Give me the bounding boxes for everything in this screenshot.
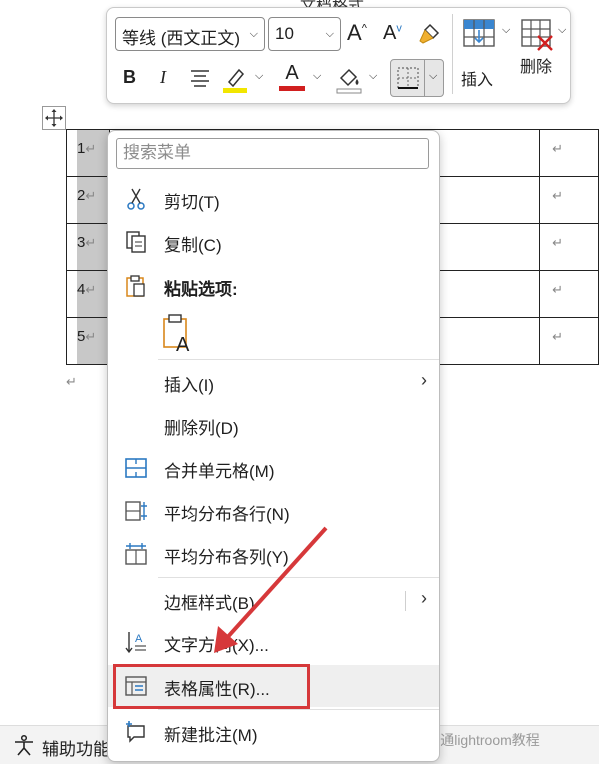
menu-item-text-direction[interactable]: A 文字方向(X)... <box>108 621 439 663</box>
copy-icon <box>126 231 146 253</box>
borders-icon <box>397 67 419 89</box>
highlight-box <box>113 664 310 709</box>
menu-item-delete-column[interactable]: 删除列(D) <box>108 404 439 446</box>
shrink-font-button[interactable]: Av <box>383 22 402 45</box>
menu-item-insert[interactable]: 插入(I) › <box>108 361 439 403</box>
row-number: 2↵ <box>77 187 97 204</box>
grow-font-button[interactable]: A^ <box>347 20 367 46</box>
menu-item-new-comment[interactable]: 新建批注(M) <box>108 711 439 753</box>
row-number: 3↵ <box>77 234 97 251</box>
chevron-down-icon[interactable]: ⌵ <box>369 70 377 83</box>
cell-mark: ↵ <box>552 282 563 297</box>
delete-table-icon[interactable] <box>520 16 556 52</box>
accessibility-label[interactable]: 辅助功能 <box>42 735 110 760</box>
distribute-columns-icon <box>125 543 147 565</box>
scissors-icon <box>127 188 145 210</box>
borders-button[interactable]: ⌵ <box>390 59 444 97</box>
cell-mark: ↵ <box>552 329 563 344</box>
font-color-button[interactable]: A <box>279 62 305 91</box>
move-arrows-icon <box>45 109 63 127</box>
chevron-down-icon[interactable]: ⌵ <box>313 70 321 83</box>
chevron-down-icon: ⌵ <box>429 70 438 82</box>
menu-item-paste-options: 粘贴选项: <box>108 265 439 307</box>
chevron-down-icon: ⌵ <box>502 24 511 36</box>
menu-item-border-styles[interactable]: 边框样式(B) › <box>108 579 439 621</box>
mini-toolbar: 等线 (西文正文) ⌵ 10 ⌵ A^ Av ⌵ 插入 ⌵ 删除 B I ⌵ A… <box>106 7 571 104</box>
menu-item-distribute-columns[interactable]: 平均分布各列(Y) <box>108 533 439 575</box>
table-move-handle[interactable] <box>42 106 66 130</box>
insert-table-icon[interactable] <box>462 16 500 52</box>
menu-item-merge-cells[interactable]: 合并单元格(M) <box>108 447 439 489</box>
chevron-down-icon: ⌵ <box>325 28 334 40</box>
insert-label[interactable]: 插入 <box>461 66 493 90</box>
format-painter-icon[interactable] <box>416 21 442 47</box>
shading-icon[interactable] <box>335 64 363 94</box>
new-comment-icon <box>126 721 145 743</box>
paste-keep-text-only-icon[interactable]: A <box>162 313 196 353</box>
search-menu-box[interactable] <box>116 138 429 169</box>
menu-item-copy[interactable]: 复制(C) <box>108 221 439 263</box>
merge-cells-icon <box>125 458 147 478</box>
cell-mark: ↵ <box>552 141 563 156</box>
chevron-down-icon: ⌵ <box>249 28 258 40</box>
cell-mark: ↵ <box>552 235 563 250</box>
delete-label[interactable]: 删除 <box>520 53 552 77</box>
menu-item-cut[interactable]: 剪切(T) <box>108 178 439 220</box>
italic-button[interactable]: I <box>160 67 166 88</box>
align-center-icon[interactable] <box>189 67 211 89</box>
menu-item-distribute-rows[interactable]: 平均分布各行(N) <box>108 490 439 532</box>
svg-text:A: A <box>135 633 143 645</box>
chevron-right-icon: › <box>421 370 427 390</box>
highlight-icon[interactable] <box>221 64 249 94</box>
search-menu-input[interactable] <box>117 139 419 167</box>
row-number: 4↵ <box>77 281 97 298</box>
paste-icon <box>126 275 145 297</box>
chevron-down-icon[interactable]: ⌵ <box>255 70 263 83</box>
text-direction-icon: A <box>125 632 146 654</box>
bold-button[interactable]: B <box>123 67 136 88</box>
chevron-right-icon: › <box>421 588 427 608</box>
row-number: 1↵ <box>77 140 97 157</box>
cell-mark: ↵ <box>552 188 563 203</box>
chevron-down-icon: ⌵ <box>558 24 567 36</box>
accessibility-icon[interactable] <box>12 734 36 758</box>
font-size-combo[interactable]: 10 ⌵ <box>268 17 341 51</box>
font-name-combo[interactable]: 等线 (西文正文) ⌵ <box>115 17 265 51</box>
row-number: 5↵ <box>77 328 97 345</box>
paragraph-mark: ↵ <box>66 374 77 389</box>
distribute-rows-icon <box>125 501 147 521</box>
svg-text:A: A <box>176 334 190 353</box>
